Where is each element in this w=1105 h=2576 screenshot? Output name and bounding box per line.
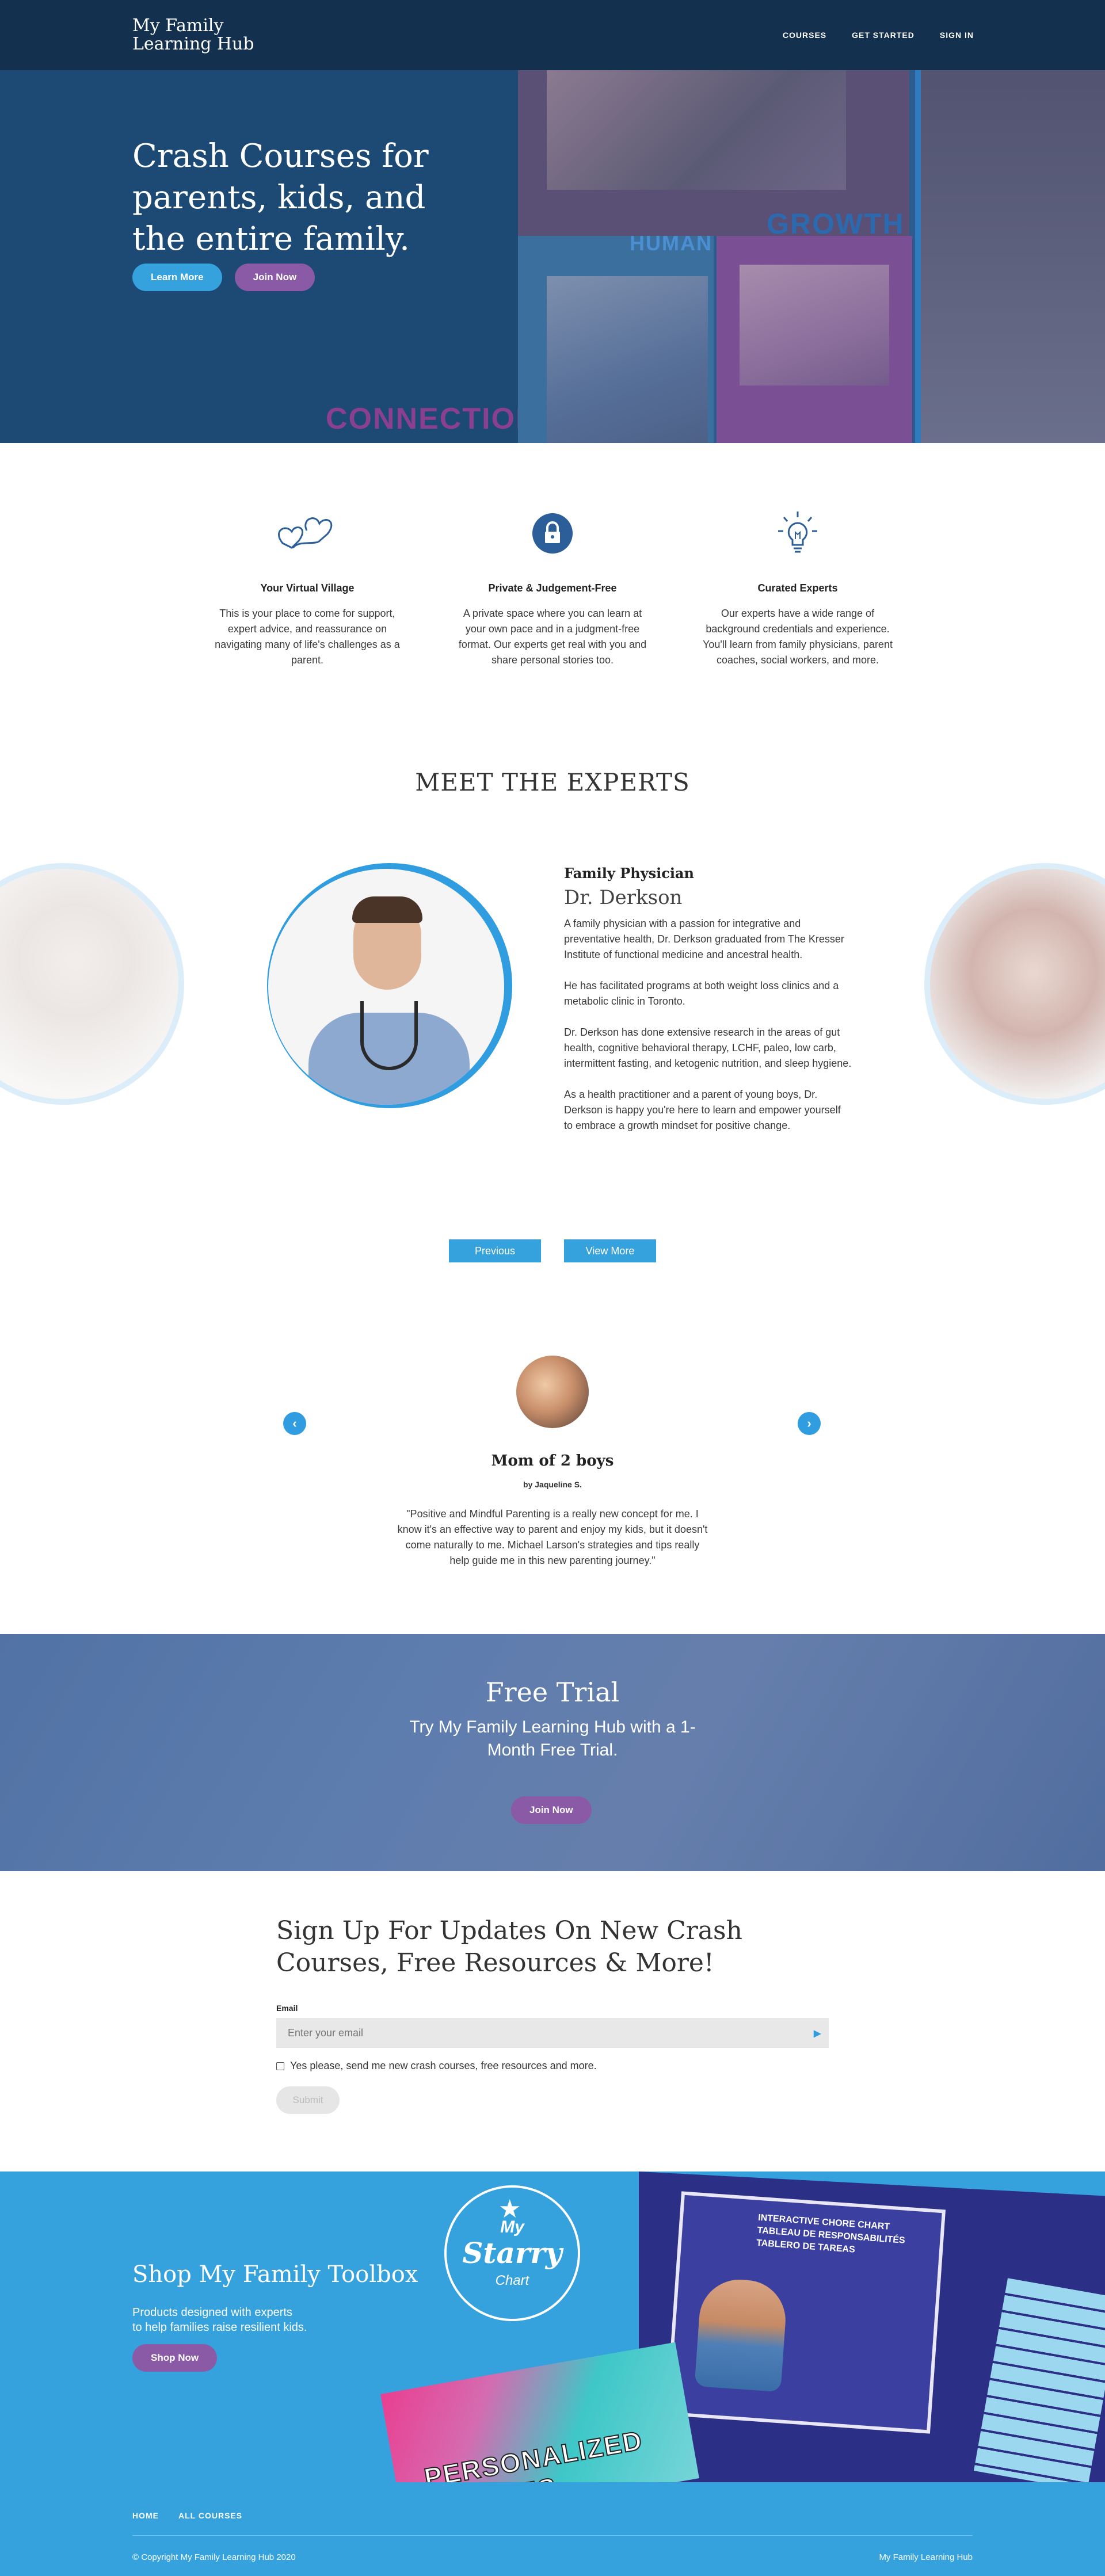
previous-button[interactable]: Previous [449, 1239, 541, 1262]
hero-word-growth: GROWTH [767, 208, 905, 240]
signup-heading: Sign Up For Updates On New Crash Courses… [276, 1916, 742, 1978]
footer-nav-all-courses[interactable]: ALL COURSES [178, 2511, 242, 2520]
footer-nav: HOME ALL COURSES [132, 2511, 242, 2520]
expert-photo [268, 869, 504, 1105]
feature-virtual-village: Your Virtual Village This is your place … [201, 507, 414, 696]
puzzle-text: PERSONALIZED PUZZLES [421, 2425, 646, 2482]
expert-bio: Family Physician Dr. Derkson A family ph… [564, 865, 852, 1149]
feature-curated-experts: Curated Experts Our experts have a wide … [691, 507, 904, 696]
hero-title: Crash Courses for parents, kids, and the… [132, 138, 429, 258]
nav-courses[interactable]: COURSES [783, 30, 826, 40]
learn-more-button[interactable]: Learn More [132, 264, 222, 291]
footer-brand[interactable]: My Family Learning Hub [879, 2552, 973, 2562]
join-now-button[interactable]: Join Now [234, 264, 315, 291]
signup-section: Sign Up For Updates On New Crash Courses… [0, 1871, 1105, 2172]
product-puzzle-box: PERSONALIZED PUZZLES [380, 2342, 699, 2482]
shop-section: INTERACTIVE CHORE CHART TABLEAU DE RESPO… [0, 2172, 1105, 2482]
product-title-text: INTERACTIVE CHORE CHART TABLEAU DE RESPO… [756, 2212, 906, 2255]
hero-word-human: HUMAN [630, 231, 712, 255]
parents-photo [740, 265, 889, 386]
chevron-right-icon[interactable]: › [798, 1412, 821, 1435]
site-footer: HOME ALL COURSES © Copyright My Family L… [0, 2482, 1105, 2576]
features-section: Your Virtual Village This is your place … [0, 443, 1105, 696]
testimonial-author: by Jaqueline S. [523, 1480, 582, 1489]
site-header: My Family Learning Hub COURSES GET START… [0, 0, 1105, 70]
footer-copyright: © Copyright My Family Learning Hub 2020 [132, 2552, 296, 2562]
testimonial-avatar [516, 1356, 589, 1428]
my-starry-chart-logo: ★ My Starry Chart [444, 2185, 580, 2321]
nav-get-started[interactable]: GET STARTED [852, 30, 915, 40]
consent-checkbox[interactable] [276, 2062, 284, 2070]
trial-title: Free Trial [485, 1677, 620, 1708]
couple-photo [547, 63, 846, 190]
family-photo [547, 276, 708, 443]
feature-title: Your Virtual Village [260, 582, 355, 594]
hero-text: Crash Courses for parents, kids, and the… [132, 136, 455, 291]
free-trial-section: Free Trial Try My Family Learning Hub wi… [0, 1634, 1105, 1871]
consent-label: Yes please, send me new crash courses, f… [290, 2060, 597, 2071]
bio-paragraph: A family physician with a passion for in… [564, 918, 844, 960]
nav-sign-in[interactable]: SIGN IN [940, 30, 974, 40]
feature-private: Private & Judgement-Free A private space… [446, 507, 659, 696]
testimonial-quote: "Positive and Mindful Parenting is a rea… [397, 1508, 708, 1566]
consent-checkbox-row: Yes please, send me new crash courses, f… [276, 2060, 597, 2072]
lightbulb-icon [691, 507, 904, 559]
logo-chart: Chart [495, 2273, 529, 2288]
feature-text: A private space where you can learn at y… [458, 608, 647, 666]
submit-button[interactable]: Submit [276, 2086, 340, 2114]
chevron-left-icon[interactable]: ‹ [283, 1412, 306, 1435]
bio-paragraph: Dr. Derkson has done extensive research … [564, 1026, 852, 1069]
hero-buttons: Learn More Join Now [132, 264, 455, 291]
view-more-button[interactable]: View More [564, 1239, 656, 1262]
trial-subtitle: Try My Family Learning Hub with a 1-Mont… [409, 1718, 696, 1760]
expert-role: Family Physician [564, 865, 695, 881]
logo-starry: Starry [462, 2236, 562, 2270]
shop-title: Shop My Family Toolbox [132, 2261, 418, 2288]
experts-heading: MEET THE EXPERTS [415, 768, 690, 796]
logo-my: My [500, 2218, 524, 2237]
autofill-icon: ▶ [814, 2029, 821, 2039]
main-nav: COURSES GET STARTED SIGN IN [783, 30, 974, 40]
product-chore-chart: INTERACTIVE CHORE CHART TABLEAU DE RESPO… [665, 2191, 946, 2434]
site-logo[interactable]: My Family Learning Hub [132, 17, 254, 54]
expert-buttons: Previous View More [0, 1239, 1105, 1262]
footer-divider [132, 2535, 973, 2536]
lock-icon [446, 507, 659, 559]
shop-now-button[interactable]: Shop Now [132, 2344, 218, 2372]
email-label: Email [276, 2003, 298, 2013]
bio-paragraph: He has facilitated programs at both weig… [564, 980, 839, 1007]
feature-title: Curated Experts [757, 582, 838, 594]
expert-photo-prev[interactable] [0, 863, 184, 1105]
portrait-hair [352, 896, 422, 923]
email-field[interactable] [276, 2018, 829, 2048]
feature-text: Our experts have a wide range of backgro… [703, 608, 893, 666]
trial-join-now-button[interactable]: Join Now [511, 1796, 592, 1824]
hearts-icon [201, 507, 414, 559]
feature-title: Private & Judgement-Free [488, 582, 617, 594]
stethoscope-icon [360, 1001, 418, 1070]
collage-tile-parents [717, 236, 912, 443]
bio-paragraph: As a health practitioner and a parent of… [564, 1089, 841, 1131]
shop-subtitle: Products designed with experts to help f… [132, 2306, 307, 2334]
footer-nav-home[interactable]: HOME [132, 2511, 159, 2520]
feature-text: This is your place to come for support, … [215, 608, 400, 666]
product-kid-photo [694, 2277, 788, 2392]
hero-word-connection: CONNECTION [326, 402, 539, 436]
expert-photo-next[interactable] [924, 863, 1105, 1105]
expert-name: Dr. Derkson [564, 886, 683, 909]
testimonial-title: Mom of 2 boys [491, 1452, 614, 1470]
collage-tile-family [518, 236, 714, 443]
